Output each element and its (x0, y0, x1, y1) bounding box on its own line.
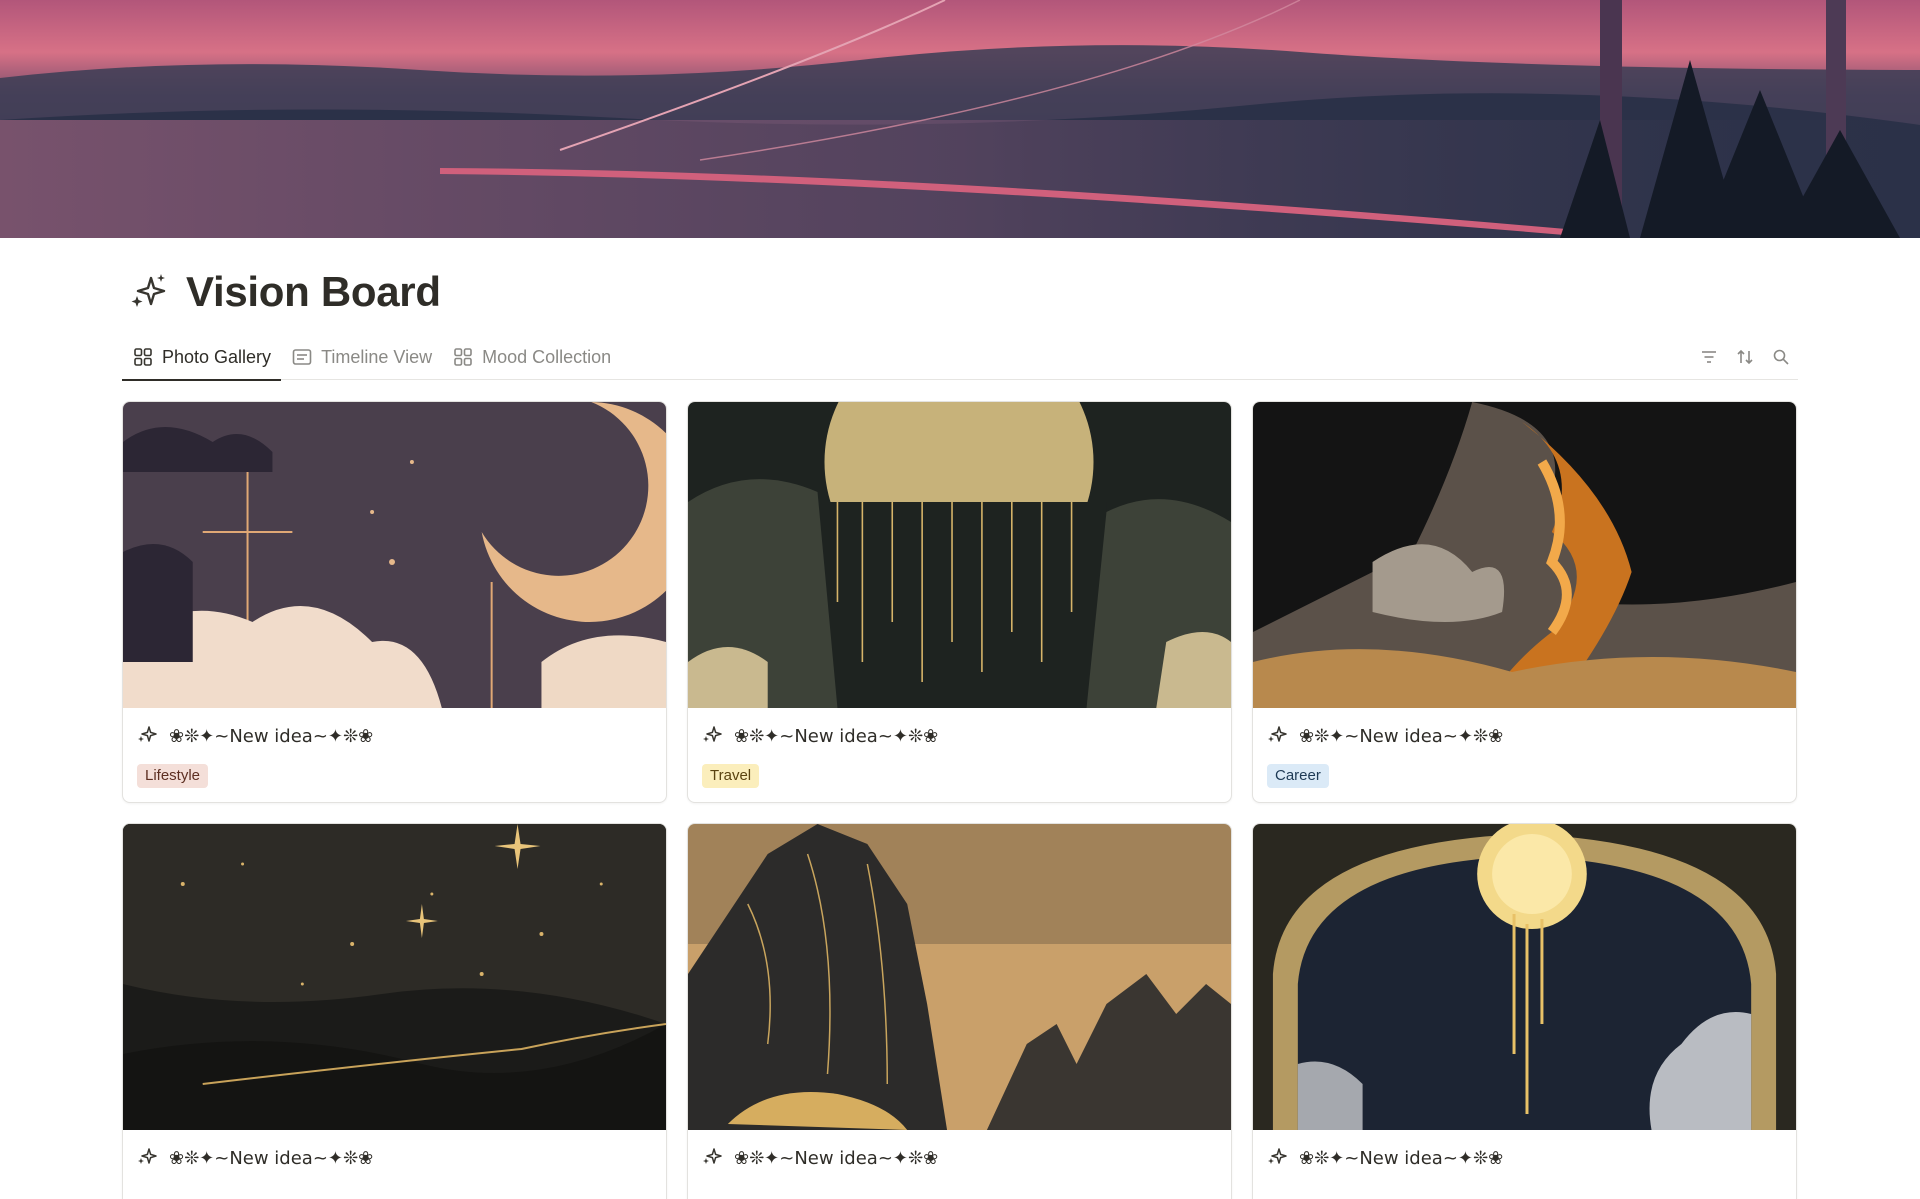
card-title: ❀❊✦~New idea~✦❊❀ (734, 1147, 939, 1169)
gallery-grid-icon (132, 346, 154, 368)
gallery-card[interactable]: ❀❊✦~New idea~✦❊❀ (122, 823, 667, 1199)
tab-mood-collection[interactable]: Mood Collection (442, 334, 621, 380)
sparkles-icon (137, 1146, 157, 1171)
page-header: Vision Board (128, 264, 441, 320)
card-title: ❀❊✦~New idea~✦❊❀ (169, 1147, 374, 1169)
cover-image (0, 0, 1920, 238)
gallery-grid: ❀❊✦~New idea~✦❊❀ Lifestyle ❀❊✦~New idea~… (122, 401, 1798, 1199)
sparkles-icon (702, 724, 722, 749)
view-tabbar: Photo Gallery Timeline View Mood Collect… (122, 334, 1798, 381)
tab-photo-gallery[interactable]: Photo Gallery (122, 334, 282, 381)
sparkles-icon (1267, 1146, 1287, 1171)
card-cover-image (123, 402, 666, 708)
gallery-card[interactable]: ❀❊✦~New idea~✦❊❀ Travel (687, 401, 1232, 803)
gallery-card[interactable]: ❀❊✦~New idea~✦❊❀ Career (1252, 401, 1797, 803)
tag-badge: Lifestyle (137, 764, 209, 788)
gallery-grid-icon (452, 346, 474, 368)
tab-label: Photo Gallery (162, 346, 272, 367)
gallery-card[interactable]: ❀❊✦~New idea~✦❊❀ Lifestyle (122, 401, 667, 803)
sparkles-icon (702, 1146, 722, 1171)
sort-icon[interactable] (1734, 346, 1756, 368)
card-title: ❀❊✦~New idea~✦❊❀ (734, 725, 939, 747)
tab-label: Mood Collection (482, 346, 612, 367)
card-title: ❀❊✦~New idea~✦❊❀ (169, 725, 374, 747)
gallery-card[interactable]: ❀❊✦~New idea~✦❊❀ (687, 823, 1232, 1199)
card-cover-image (1253, 824, 1796, 1130)
gallery-card[interactable]: ❀❊✦~New idea~✦❊❀ (1252, 823, 1797, 1199)
tab-label: Timeline View (321, 346, 433, 367)
tab-timeline-view[interactable]: Timeline View (281, 334, 442, 380)
tag-badge: Career (1267, 764, 1329, 788)
card-cover-image (1253, 402, 1796, 708)
card-cover-image (688, 824, 1231, 1130)
filter-icon[interactable] (1698, 346, 1720, 368)
card-title: ❀❊✦~New idea~✦❊❀ (1299, 725, 1504, 747)
search-icon[interactable] (1770, 346, 1792, 368)
view-toolbar (1698, 334, 1792, 380)
card-title: ❀❊✦~New idea~✦❊❀ (1299, 1147, 1504, 1169)
card-cover-image (688, 402, 1231, 708)
sparkles-icon (1267, 724, 1287, 749)
list-view-icon (291, 346, 313, 368)
sparkles-icon[interactable] (128, 271, 170, 313)
sparkles-icon (137, 724, 157, 749)
page-title: Vision Board (186, 268, 441, 315)
tag-badge: Travel (702, 764, 760, 788)
card-cover-image (123, 824, 666, 1130)
